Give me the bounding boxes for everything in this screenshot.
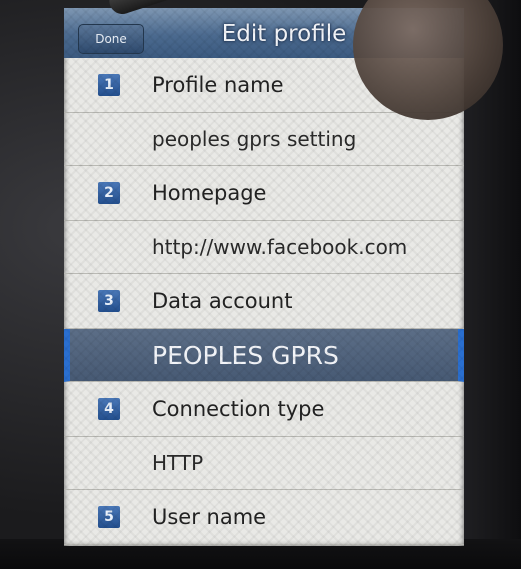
homepage-label: Homepage bbox=[152, 181, 267, 205]
number-4-icon: 4 bbox=[98, 398, 120, 420]
connection-type-value: HTTP bbox=[152, 451, 204, 475]
done-button[interactable]: Done bbox=[78, 24, 144, 54]
data-account-label: Data account bbox=[152, 289, 293, 313]
data-account-value-row[interactable]: PEOPLES GPRS bbox=[64, 329, 464, 382]
connection-type-value-row[interactable]: HTTP bbox=[64, 437, 464, 490]
number-3-icon: 3 bbox=[98, 290, 120, 312]
homepage-value: http://www.facebook.com bbox=[152, 235, 408, 259]
profile-name-value-row[interactable]: peoples gprs setting bbox=[64, 113, 464, 166]
connection-type-row[interactable]: 4 Connection type bbox=[64, 382, 464, 437]
profile-name-label: Profile name bbox=[152, 73, 284, 97]
user-name-label: User name bbox=[152, 505, 267, 529]
number-1-icon: 1 bbox=[98, 74, 120, 96]
number-5-icon: 5 bbox=[98, 506, 120, 528]
homepage-value-row[interactable]: http://www.facebook.com bbox=[64, 221, 464, 274]
data-account-row[interactable]: 3 Data account bbox=[64, 274, 464, 329]
profile-settings-list: 1 Profile name peoples gprs setting 2 Ho… bbox=[64, 58, 464, 545]
homepage-row[interactable]: 2 Homepage bbox=[64, 166, 464, 221]
data-account-value: PEOPLES GPRS bbox=[152, 341, 339, 370]
connection-type-label: Connection type bbox=[152, 397, 325, 421]
user-name-row[interactable]: 5 User name bbox=[64, 490, 464, 545]
number-2-icon: 2 bbox=[98, 182, 120, 204]
profile-name-value: peoples gprs setting bbox=[152, 127, 357, 151]
